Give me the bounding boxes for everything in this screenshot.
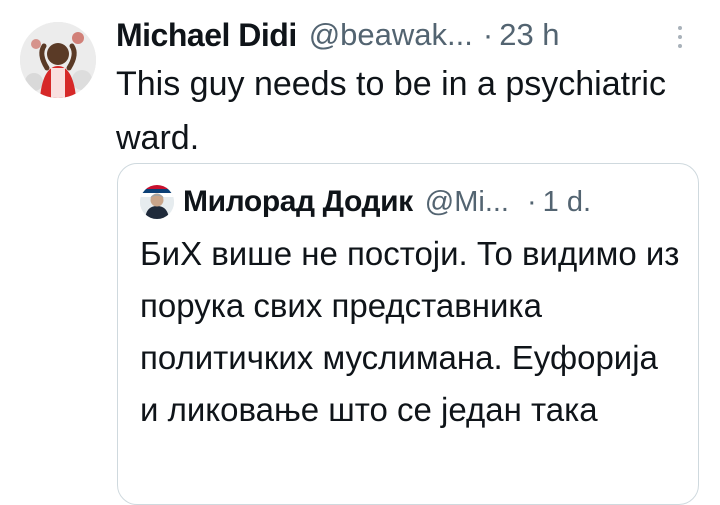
tweet-header: Michael Didi @beawak... · 23 h [116,14,560,56]
author-handle[interactable]: @beawak... [309,17,473,53]
avatar-image [20,22,96,98]
quoted-tweet-card[interactable]: Милорад Додик @Mi... · 1 d. БиХ више не … [117,163,699,505]
quoted-tweet-header: Милорад Додик @Mi... · 1 d. [140,182,591,222]
header-separator: · [482,17,494,52]
quoted-header-separator: · [527,185,537,218]
quoted-avatar-image [140,185,174,219]
quoted-tweet-text: БиХ више не постоји. То видимо из порука… [140,235,680,428]
quoted-tweet-timestamp[interactable]: 1 d. [543,186,591,219]
quoted-author-name[interactable]: Милорад Додик [183,185,413,219]
author-name[interactable]: Michael Didi [116,17,297,54]
tweet-text: This guy needs to be in a psychiatric wa… [116,65,666,157]
more-options-icon[interactable] [676,26,684,48]
quoted-author-handle[interactable]: @Mi... [425,186,509,219]
avatar[interactable] [20,22,96,98]
tweet-timestamp[interactable]: 23 h [499,17,559,53]
quoted-avatar[interactable] [140,185,174,219]
